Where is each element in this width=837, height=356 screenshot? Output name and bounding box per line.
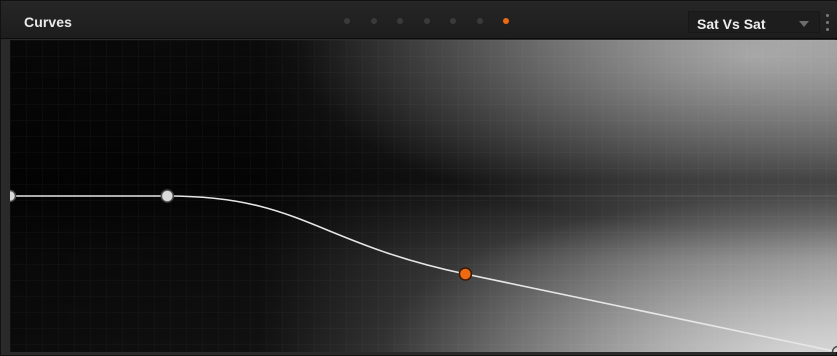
panel-header: Curves Sat Vs Sat	[1, 1, 837, 39]
curve-control-point-1[interactable]	[10, 189, 17, 203]
panel-title: Curves	[24, 14, 73, 30]
curves-panel: Curves Sat Vs Sat	[0, 0, 837, 356]
chevron-down-icon	[799, 21, 809, 27]
curve-graph[interactable]	[10, 40, 837, 352]
curve-mode-dropdown[interactable]: Sat Vs Sat	[688, 11, 820, 33]
curve-mode-label: Sat Vs Sat	[697, 16, 766, 32]
curve-control-point-3[interactable]	[458, 267, 473, 281]
page-dot-5[interactable]	[450, 18, 456, 24]
page-dot-2[interactable]	[370, 18, 377, 24]
page-dot-4[interactable]	[423, 18, 430, 24]
options-menu-icon[interactable]	[826, 12, 830, 34]
page-dot-6[interactable]	[476, 18, 483, 24]
curve-canvas[interactable]	[10, 40, 837, 352]
page-dot-7[interactable]	[503, 18, 509, 24]
page-dot-3[interactable]	[397, 18, 403, 24]
page-dot-1[interactable]	[344, 18, 350, 24]
curve-control-point-2[interactable]	[160, 189, 175, 203]
